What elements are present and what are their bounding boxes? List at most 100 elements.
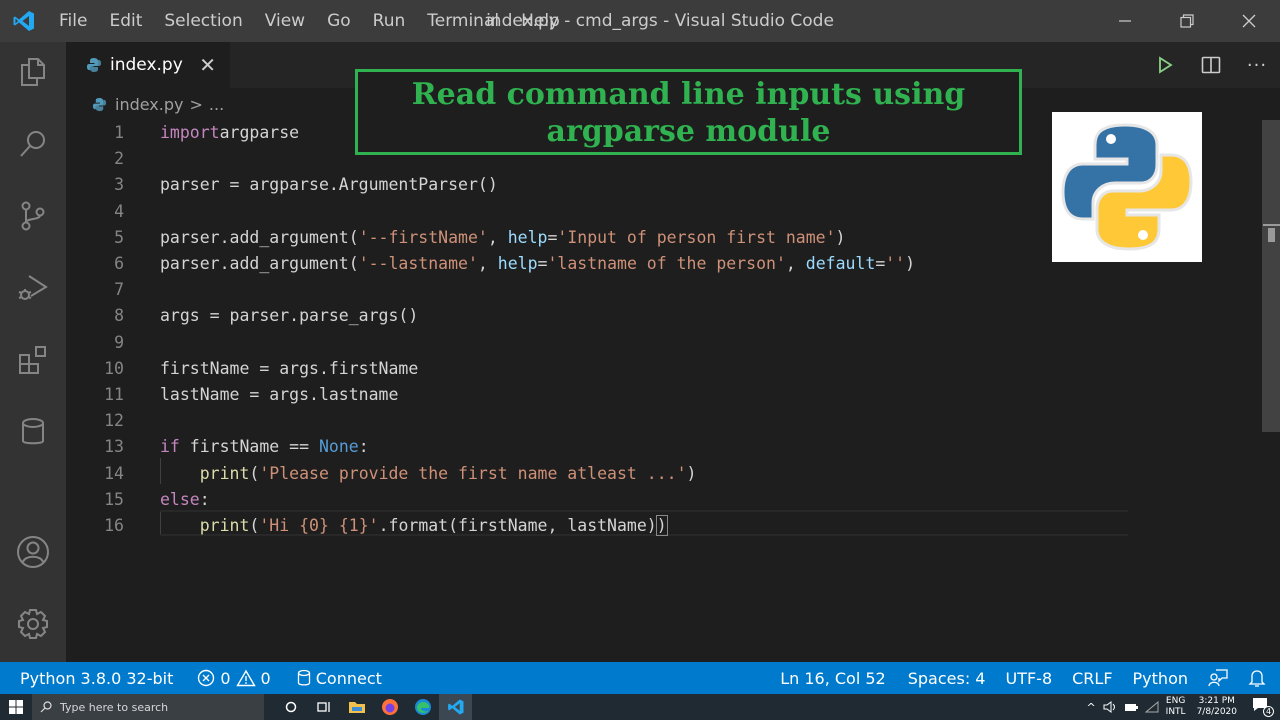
vertical-scrollbar[interactable] — [1262, 120, 1280, 432]
task-view-button[interactable] — [307, 694, 340, 720]
edge-icon — [414, 699, 431, 715]
chevron-up-icon[interactable]: ^ — [1086, 701, 1095, 714]
line-code: parser = argparse.ArgumentParser() — [160, 172, 498, 198]
code-token: , — [477, 254, 498, 273]
tab-close-button[interactable]: ✕ — [199, 53, 216, 77]
vscode-taskbar-button[interactable] — [439, 694, 472, 720]
taskbar-search-placeholder: Type here to search — [60, 700, 169, 714]
gear-icon[interactable] — [13, 604, 53, 644]
string-token: 'lastname of the person' — [547, 254, 786, 273]
menu-selection[interactable]: Selection — [153, 11, 253, 31]
code-line[interactable]: 16 print('Hi {0} {1}'.format(firstName, … — [66, 513, 1262, 539]
code-token: default — [805, 254, 876, 273]
database-icon[interactable] — [13, 412, 53, 452]
line-number: 15 — [104, 489, 124, 509]
code-token: , — [785, 254, 806, 273]
battery-icon[interactable] — [1124, 701, 1138, 713]
windows-taskbar: Type here to search ^ ENG INTL 3:21 PM 7… — [0, 694, 1280, 720]
wifi-icon[interactable] — [1144, 701, 1159, 713]
menu-file[interactable]: File — [48, 11, 98, 31]
code-token: lastName = args.lastname — [160, 385, 399, 404]
cortana-button[interactable] — [274, 694, 307, 720]
action-center-button[interactable]: 4 — [1252, 697, 1274, 717]
breadcrumb-symbols[interactable]: ... — [209, 95, 224, 114]
line-code: parser.add_argument('--firstName', help=… — [160, 225, 845, 251]
code-line[interactable]: 15 else: — [66, 487, 1262, 513]
line-code: firstName = args.firstName — [160, 356, 418, 382]
notification-count: 4 — [1263, 706, 1274, 717]
search-icon[interactable] — [13, 124, 53, 164]
keyword-token: else — [160, 489, 200, 509]
vscode-logo-icon — [0, 0, 48, 42]
tab-label: index.py — [110, 55, 183, 75]
menu-view[interactable]: View — [254, 11, 316, 31]
notifications-button[interactable] — [1238, 668, 1280, 688]
input-language[interactable]: ENG INTL — [1166, 696, 1186, 718]
line-code: lastName = args.lastname — [160, 382, 398, 408]
error-count: 0 — [220, 668, 231, 688]
minimize-button[interactable] — [1094, 0, 1156, 42]
accounts-icon[interactable] — [13, 532, 53, 572]
warning-icon — [235, 669, 256, 687]
language-mode-button[interactable]: Python — [1123, 669, 1198, 688]
line-number: 4 — [114, 201, 124, 221]
code-line[interactable]: 7 — [66, 277, 1262, 303]
python-interpreter-button[interactable]: Python 3.8.0 32-bit — [0, 669, 183, 688]
menu-help[interactable]: Help — [510, 11, 571, 31]
code-line[interactable]: 14 print('Please provide the first name … — [66, 461, 1262, 487]
cursor-position[interactable]: Ln 16, Col 52 — [770, 669, 896, 688]
line-number: 10 — [104, 358, 124, 378]
code-line[interactable]: 10 firstName = args.firstName — [66, 356, 1262, 382]
code-line[interactable]: 8 args = parser.parse_args() — [66, 303, 1262, 329]
extensions-icon[interactable] — [13, 340, 53, 380]
source-control-icon[interactable] — [13, 196, 53, 236]
code-token: print — [199, 463, 250, 483]
problems-button[interactable]: 0 0 — [187, 669, 280, 688]
taskbar-search-input[interactable]: Type here to search — [32, 694, 264, 720]
restore-button[interactable] — [1156, 0, 1218, 42]
start-button[interactable] — [0, 694, 32, 720]
indentation-button[interactable]: Spaces: 4 — [898, 669, 996, 688]
folder-icon — [348, 702, 365, 713]
eol-button[interactable]: CRLF — [1062, 669, 1122, 688]
code-token: parser.add_argument( — [160, 254, 359, 273]
run-python-file-button[interactable] — [1142, 42, 1188, 88]
volume-icon[interactable] — [1103, 701, 1117, 713]
menu-go[interactable]: Go — [316, 11, 362, 31]
code-line[interactable]: 13 if firstName == None: — [66, 434, 1262, 460]
feedback-button[interactable] — [1198, 668, 1238, 688]
cursor-position-label: Ln 16, Col 52 — [780, 668, 886, 688]
more-actions-button[interactable]: ··· — [1234, 42, 1280, 88]
string-token: '--lastname' — [358, 254, 478, 273]
clock[interactable]: 3:21 PM 7/8/2020 — [1197, 696, 1237, 718]
menu-edit[interactable]: Edit — [98, 11, 153, 31]
task-view-icon — [316, 702, 330, 712]
close-window-button[interactable] — [1218, 0, 1280, 42]
string-token: 'Hi {0} {1}' — [259, 516, 379, 535]
line-number: 12 — [104, 411, 124, 431]
edge-button[interactable] — [406, 694, 439, 720]
menu-terminal[interactable]: Terminal — [416, 11, 510, 31]
code-line[interactable]: 9 — [66, 330, 1262, 356]
activity-bar — [0, 42, 66, 662]
code-line[interactable]: 12 — [66, 408, 1262, 434]
line-code: importargparse — [160, 120, 299, 146]
tab-index-py[interactable]: index.py ✕ — [66, 42, 230, 88]
file-explorer-button[interactable] — [340, 694, 373, 720]
split-editor-button[interactable] — [1188, 42, 1234, 88]
encoding-button[interactable]: UTF-8 — [995, 669, 1062, 688]
breadcrumb-file[interactable]: index.py — [115, 95, 183, 114]
connect-button[interactable]: Connect — [287, 669, 392, 688]
firefox-button[interactable] — [373, 694, 406, 720]
code-line[interactable]: 11 lastName = args.lastname — [66, 382, 1262, 408]
menu-run[interactable]: Run — [362, 11, 417, 31]
run-debug-icon[interactable] — [13, 268, 53, 308]
breadcrumb-separator: > — [189, 94, 203, 114]
line-number: 11 — [104, 385, 124, 404]
firefox-icon — [381, 699, 398, 715]
vscode-icon — [447, 699, 463, 715]
explorer-icon[interactable] — [13, 52, 53, 92]
feedback-icon — [1208, 669, 1228, 687]
